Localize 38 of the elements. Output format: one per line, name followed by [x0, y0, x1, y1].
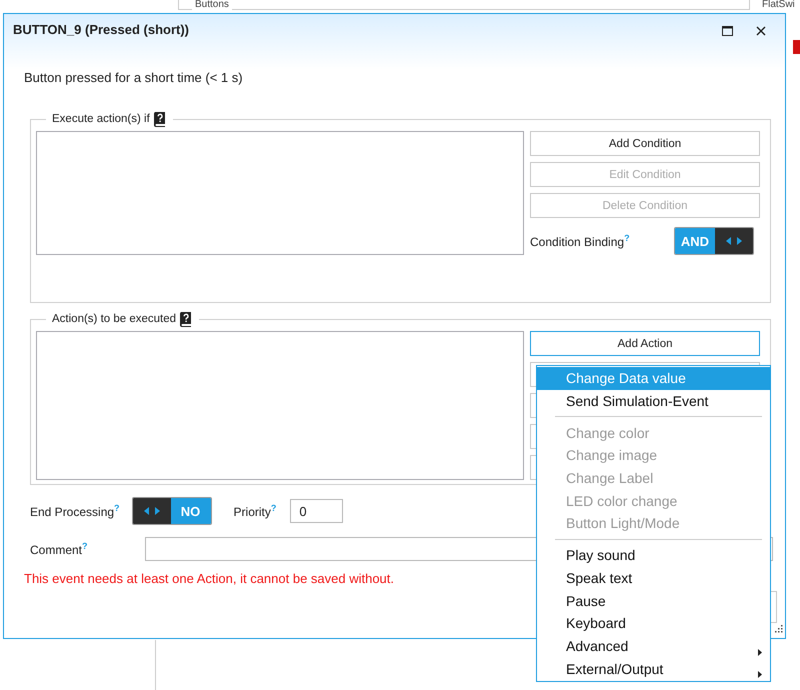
menu-item: LED color change	[565, 492, 678, 511]
arrows-icon	[144, 507, 160, 515]
submenu-arrow-icon	[758, 648, 762, 656]
menu-item: Button Light/Mode	[565, 514, 681, 534]
menu-item: Change image	[565, 446, 658, 466]
event-description: Button pressed for a short time (< 1 s)	[24, 70, 244, 85]
side-label: FlatSwi	[762, 0, 795, 10]
arrows-icon	[726, 237, 742, 245]
menu-item[interactable]: Keyboard	[537, 612, 770, 635]
help-book-icon[interactable]	[179, 311, 194, 327]
priority-field[interactable]: 0	[290, 499, 344, 523]
menu-item[interactable]: Advanced	[537, 634, 770, 658]
menu-item[interactable]: Send Simulation-Event	[537, 390, 770, 412]
group-legend: Execute action(s) if	[52, 113, 150, 125]
error-message: This event needs at least one Action, it cannot be saved without.	[24, 571, 394, 586]
add-action-button[interactable]: Add Action	[530, 331, 760, 356]
comment-label: Comment$^{?}$	[30, 541, 89, 557]
condition-button: Edit Condition	[530, 162, 760, 187]
condition-button[interactable]: Add Condition	[530, 131, 760, 156]
panel-label: Buttons	[192, 0, 232, 10]
window-title: BUTTON_9 (Pressed (short))	[13, 22, 190, 37]
binding-label: Condition Binding$^{?}$	[530, 233, 630, 249]
condition-button: Delete Condition	[530, 193, 760, 218]
submenu-arrow-icon	[758, 671, 762, 678]
end-processing-label: End Processing$^{?}$	[30, 503, 120, 519]
menu-item[interactable]: External/Output	[537, 657, 770, 680]
menu-item: Change Label	[565, 469, 654, 488]
priority-label: Priority$^{?}$	[234, 503, 276, 519]
background-marker	[793, 40, 800, 54]
menu-item[interactable]: Speak text	[537, 566, 770, 590]
maximize-icon[interactable]	[722, 26, 732, 36]
menu-item[interactable]: Play sound	[537, 544, 770, 566]
close-icon[interactable]	[756, 26, 766, 36]
resize-grip-icon[interactable]	[774, 624, 783, 633]
group-legend: Action(s) to be executed	[52, 313, 176, 325]
menu-item[interactable]: Pause	[537, 589, 770, 612]
help-book-icon[interactable]	[152, 111, 167, 127]
menu-item: Change color	[565, 424, 650, 443]
